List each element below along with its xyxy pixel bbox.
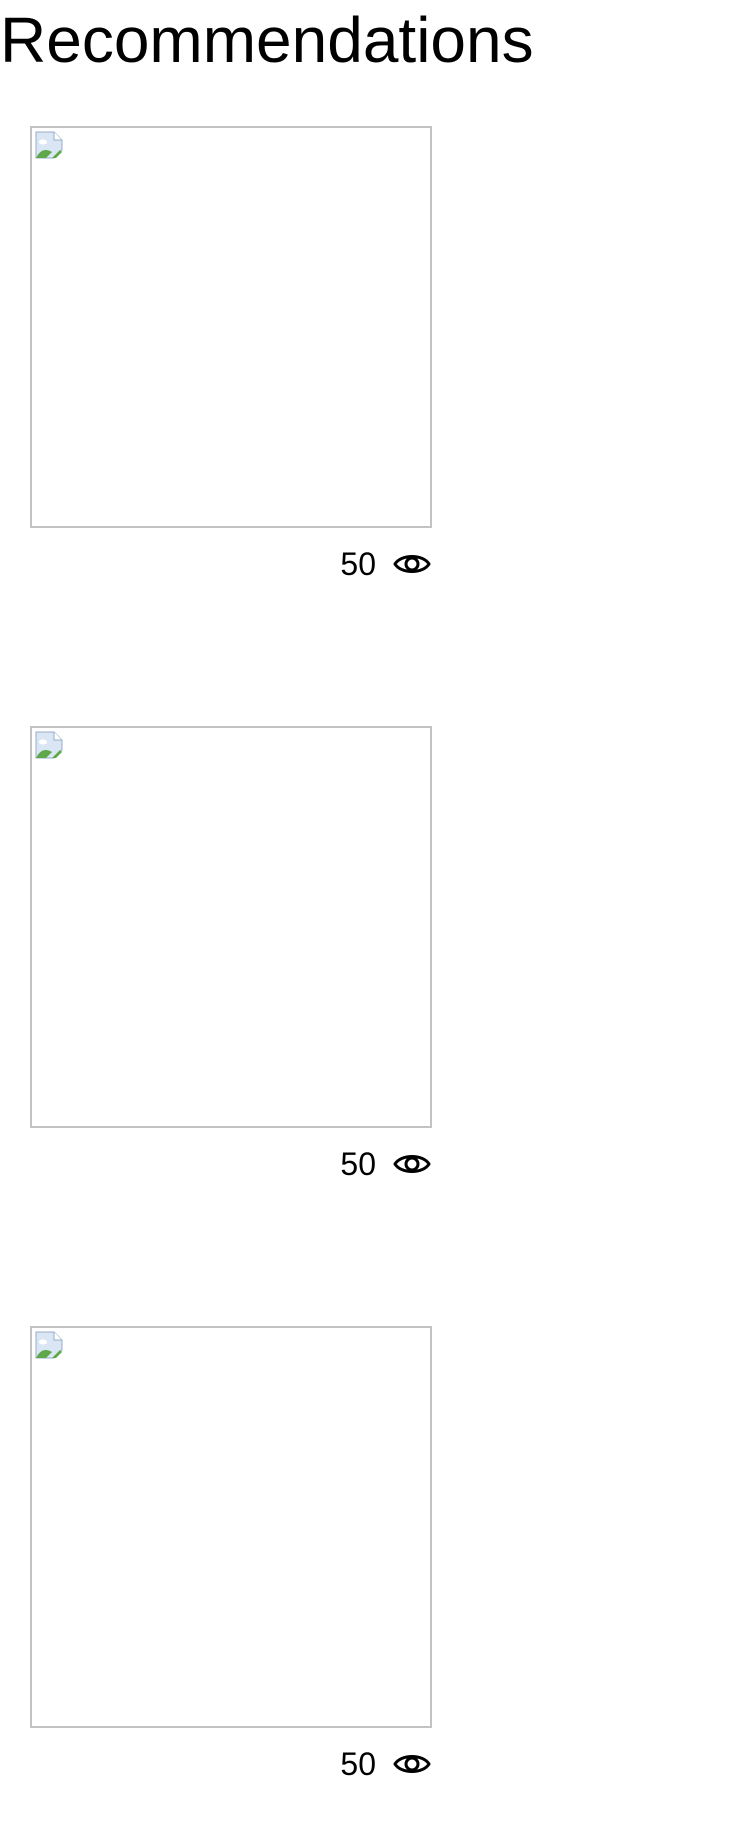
recommendation-card: 50 [30,1326,432,1796]
broken-image-icon [35,731,63,759]
page-title: Recommendations [0,4,534,76]
views-count: 50 [340,546,376,582]
broken-image-icon [35,131,63,159]
views-count: 50 [340,1746,376,1782]
recommendation-thumbnail[interactable] [30,726,432,1128]
views-meta: 50 [340,1744,432,1784]
recommendation-thumbnail[interactable] [30,126,432,528]
recommendations-page: Recommendations 50 50 50 [0,0,750,1836]
eye-icon[interactable] [392,1144,432,1184]
recommendation-card: 50 [30,126,432,596]
recommendation-card: 50 [30,726,432,1196]
views-meta: 50 [340,1144,432,1184]
eye-icon[interactable] [392,544,432,584]
views-count: 50 [340,1146,376,1182]
views-meta: 50 [340,544,432,584]
recommendation-thumbnail[interactable] [30,1326,432,1728]
broken-image-icon [35,1331,63,1359]
eye-icon[interactable] [392,1744,432,1784]
